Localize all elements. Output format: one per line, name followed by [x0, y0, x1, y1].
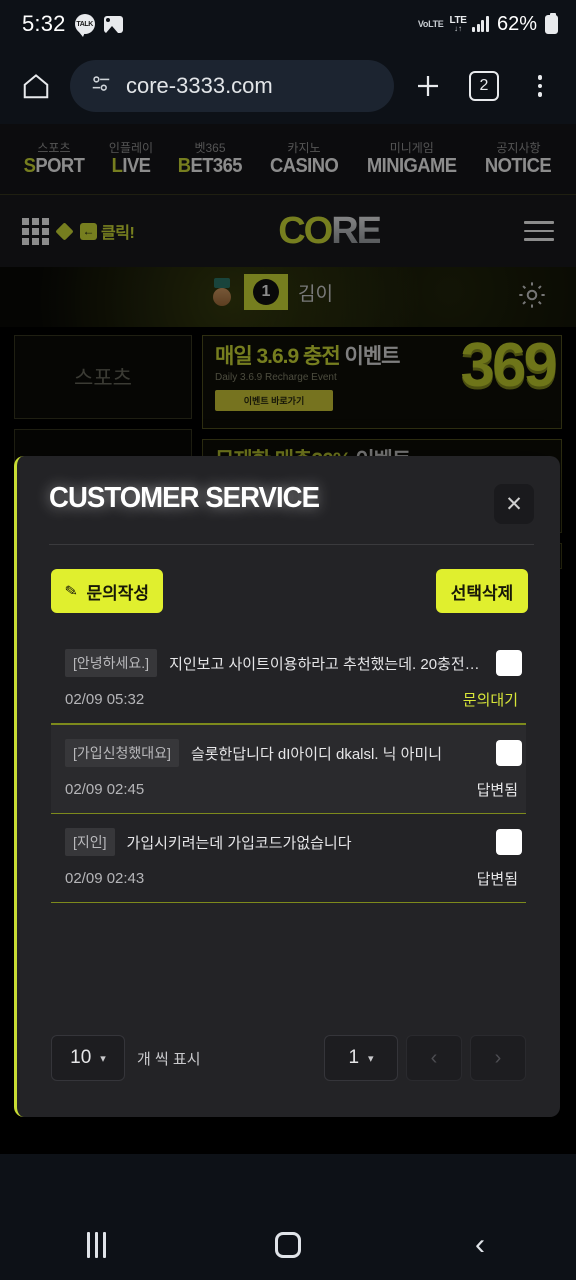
write-inquiry-button[interactable]: ✎ 문의작성	[51, 569, 163, 613]
website-viewport: 스포츠 SPORT 인플레이 LIVE 벳365 BET365 카지노 CASI…	[0, 124, 576, 1154]
row-divider	[51, 902, 526, 903]
list-item-bottom: 02/09 02:45 답변됨	[51, 767, 526, 802]
recents-icon[interactable]	[56, 1220, 136, 1270]
inquiry-subject[interactable]: 가입시키려는데 가입코드가없습니다	[127, 832, 484, 853]
list-item-bottom: 02/09 05:32 문의대기	[51, 677, 526, 712]
inquiry-tag: [안녕하세요.]	[65, 649, 158, 677]
pagination-group: 1 ▾ ‹ ›	[324, 1035, 526, 1081]
write-inquiry-label: 문의작성	[86, 583, 150, 603]
list-item[interactable]: [안녕하세요.] 지인보고 사이트이용하라고 추천했는데. 20충전해… 02/…	[51, 635, 526, 724]
status-badge: 답변됨	[476, 782, 518, 799]
list-item-top: [지인] 가입시키려는데 가입코드가없습니다	[51, 828, 526, 856]
list-item-bottom: 02/09 02:43 답변됨	[51, 856, 526, 891]
inquiry-subject[interactable]: 지인보고 사이트이용하라고 추천했는데. 20충전해…	[169, 653, 484, 674]
home-button-icon[interactable]	[248, 1220, 328, 1270]
back-button-icon[interactable]: ‹	[440, 1220, 520, 1270]
inquiry-checkbox[interactable]	[496, 740, 522, 766]
kakaotalk-icon: TALK	[74, 14, 95, 37]
android-navigation-bar: ‹	[0, 1210, 576, 1280]
home-icon[interactable]	[14, 64, 58, 108]
inquiry-date: 02/09 02:43	[65, 870, 145, 887]
status-badge: 답변됨	[476, 871, 518, 888]
modal-footer: 10 ▾ 개 씩 표시 1 ▾ ‹ ›	[17, 1021, 560, 1117]
pen-icon: ✎	[63, 581, 79, 601]
inquiry-tag: [가입신청했대요]	[65, 739, 179, 767]
browser-toolbar: core-3333.com 2	[0, 48, 576, 124]
delete-selected-button[interactable]: 선택삭제	[436, 569, 528, 613]
page-value: 1	[348, 1047, 360, 1068]
status-bar-right: VoLTE LTE ↓↑ 62%	[417, 12, 558, 36]
chevron-left-icon[interactable]: ‹	[406, 1035, 462, 1081]
tab-count: 2	[469, 71, 499, 101]
modal-action-row: ✎ 문의작성 선택삭제	[17, 545, 560, 613]
overflow-menu-icon[interactable]	[518, 64, 562, 108]
per-page-group: 10 ▾ 개 씩 표시	[51, 1035, 201, 1081]
inquiry-date: 02/09 02:45	[65, 781, 145, 798]
list-item[interactable]: [가입신청했대요] 슬롯한답니다 dI아이디 dkalsl. 닉 아미니 02/…	[51, 724, 526, 814]
status-bar: 5:32 TALK VoLTE LTE ↓↑ 62%	[0, 0, 576, 48]
omnibox[interactable]: core-3333.com	[70, 60, 394, 112]
chevron-down-icon: ▾	[100, 1052, 106, 1065]
battery-icon	[545, 12, 558, 34]
signal-bars-icon	[472, 16, 489, 32]
inquiry-list: [안녕하세요.] 지인보고 사이트이용하라고 추천했는데. 20충전해… 02/…	[51, 635, 526, 903]
inquiry-subject[interactable]: 슬롯한답니다 dI아이디 dkalsl. 닉 아미니	[191, 743, 484, 764]
lte-icon: LTE ↓↑	[450, 15, 467, 33]
page-title: CUSTOMER SERVICE	[49, 482, 320, 514]
per-page-label: 개 씩 표시	[137, 1050, 201, 1068]
per-page-select[interactable]: 10 ▾	[51, 1035, 125, 1081]
page-select[interactable]: 1 ▾	[324, 1035, 398, 1081]
battery-percent: 62%	[496, 12, 537, 35]
image-icon	[103, 15, 123, 33]
url-text[interactable]: core-3333.com	[126, 73, 273, 99]
inquiry-checkbox[interactable]	[496, 650, 522, 676]
close-icon[interactable]: ✕	[494, 484, 534, 524]
volte-icon: VoLTE	[417, 18, 444, 29]
inquiry-tag: [지인]	[65, 828, 115, 856]
delete-selected-label: 선택삭제	[450, 583, 514, 603]
tab-switcher-button[interactable]: 2	[462, 64, 506, 108]
lte-arrows: ↓↑	[453, 23, 462, 33]
plus-icon[interactable]	[406, 64, 450, 108]
list-item[interactable]: [지인] 가입시키려는데 가입코드가없습니다 02/09 02:43 답변됨	[51, 814, 526, 903]
customer-service-modal: CUSTOMER SERVICE ✕ ✎ 문의작성 선택삭제 [안녕하세요.] …	[14, 456, 560, 1117]
inquiry-date: 02/09 05:32	[65, 691, 145, 708]
status-time: 5:32	[22, 11, 66, 36]
list-item-top: [가입신청했대요] 슬롯한답니다 dI아이디 dkalsl. 닉 아미니	[51, 739, 526, 767]
per-page-value: 10	[70, 1047, 92, 1068]
list-item-top: [안녕하세요.] 지인보고 사이트이용하라고 추천했는데. 20충전해…	[51, 649, 526, 677]
inquiry-checkbox[interactable]	[496, 829, 522, 855]
status-bar-left: 5:32 TALK	[22, 11, 123, 37]
chevron-right-icon[interactable]: ›	[470, 1035, 526, 1081]
modal-header: CUSTOMER SERVICE ✕	[17, 456, 560, 524]
tune-icon[interactable]	[90, 73, 112, 100]
chevron-down-icon: ▾	[368, 1052, 374, 1065]
status-badge: 문의대기	[462, 692, 518, 709]
